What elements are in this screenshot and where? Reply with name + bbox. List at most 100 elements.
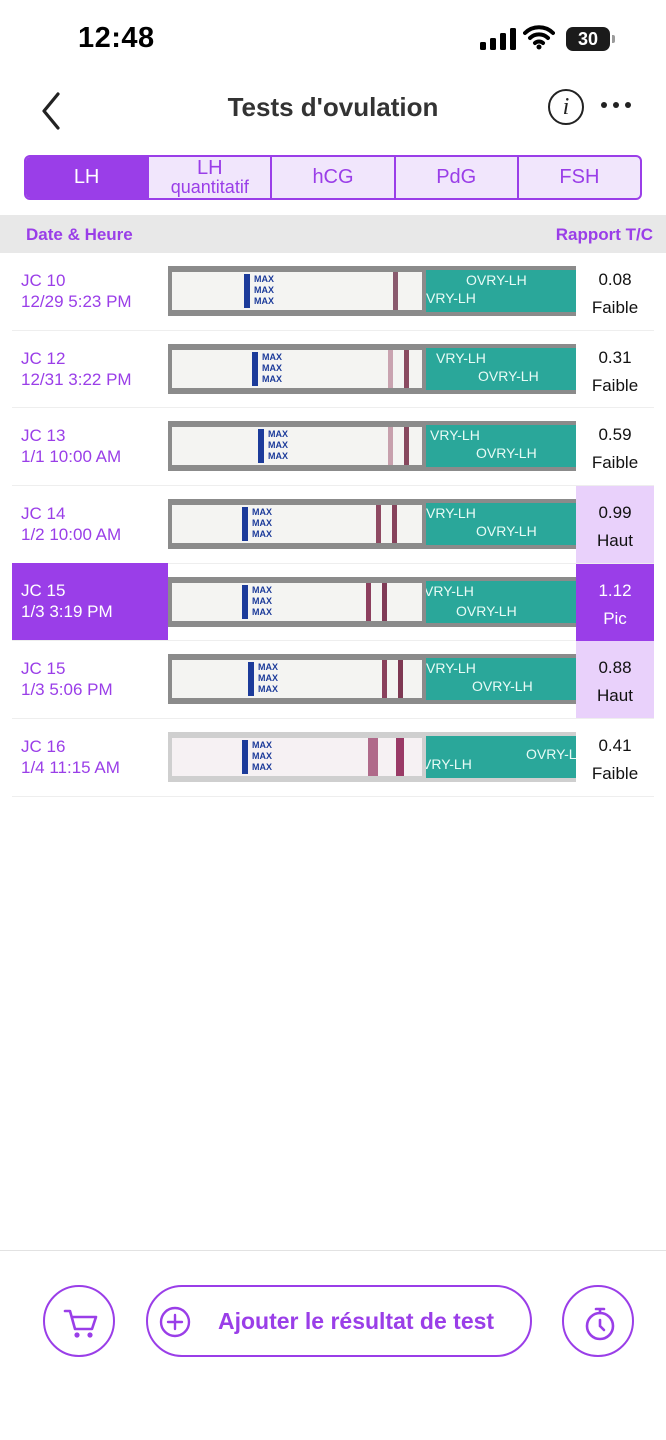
tab-hcg[interactable]: hCG bbox=[270, 157, 393, 198]
test-datetime: 1/2 10:00 AM bbox=[21, 525, 122, 545]
stopwatch-icon bbox=[585, 1307, 615, 1341]
test-line bbox=[404, 349, 409, 388]
add-test-result-label: Ajouter le résultat de test bbox=[218, 1308, 495, 1334]
row-date: JC 15 1/3 3:19 PM bbox=[12, 562, 168, 640]
test-datetime: 1/3 5:06 PM bbox=[21, 680, 113, 700]
ratio-level: Pic bbox=[603, 608, 627, 628]
control-line bbox=[382, 660, 387, 699]
table-row[interactable]: JC 14 1/2 10:00 AM MAX MAX MAX VRY-LH OVRY-… bbox=[12, 486, 654, 564]
info-button[interactable]: i bbox=[548, 89, 584, 125]
test-datetime: 1/4 11:15 AM bbox=[21, 758, 120, 778]
strip-marker bbox=[242, 740, 248, 775]
test-strip-photo: MAXMAXMAX VRY-LHOVRY-LH bbox=[168, 421, 576, 472]
table-header: Date & Heure Rapport T/C bbox=[0, 215, 666, 253]
table-row[interactable]: JC 10 12/29 5:23 PM MAX MAX MAX OVRY-LH VRY… bbox=[12, 253, 654, 331]
test-line bbox=[382, 582, 387, 621]
ratio-cell: 0.41 Faible bbox=[576, 719, 654, 796]
shop-button[interactable] bbox=[43, 1285, 115, 1357]
strip-marker bbox=[244, 274, 250, 308]
ratio-value: 0.31 bbox=[598, 347, 632, 367]
wifi-icon bbox=[523, 24, 555, 55]
ratio-cell: 0.88 Haut bbox=[576, 641, 654, 719]
row-date: JC 15 1/3 5:06 PM bbox=[12, 641, 168, 718]
strip-paper bbox=[172, 349, 422, 388]
cycle-day: JC 12 bbox=[21, 348, 66, 368]
ratio-level: Faible bbox=[591, 298, 639, 317]
strip-max-text: MAX MAX MAX bbox=[252, 507, 272, 540]
ratio-value: 0.99 bbox=[598, 503, 632, 523]
row-date: JC 16 1/4 11:15 AM bbox=[12, 719, 168, 796]
strip-max-text: MAX MAX MAX bbox=[258, 662, 278, 695]
strip-max-text: MAX MAX MAX bbox=[268, 429, 288, 462]
strip-paper bbox=[172, 738, 422, 777]
add-test-result-button[interactable]: Ajouter le résultat de test bbox=[146, 1285, 532, 1357]
ratio-value: 1.12 bbox=[598, 580, 632, 600]
control-line bbox=[366, 582, 371, 621]
test-strip-photo: MAXMAXMAX VRY-LHOVRY-LH bbox=[168, 576, 576, 627]
ratio-level: Faible bbox=[591, 764, 639, 784]
table-row[interactable]: JC 12 12/31 3:22 PM MAX MAX MAX VRY-LH OVRY… bbox=[12, 331, 654, 409]
timer-button[interactable] bbox=[562, 1285, 634, 1357]
cycle-day: JC 10 bbox=[21, 271, 66, 290]
ratio-value: 0.59 bbox=[598, 425, 632, 445]
ratio-cell: 0.99 Haut bbox=[576, 486, 654, 564]
strip-handle: OVRY-LH VRY-LH bbox=[426, 270, 576, 312]
strip-paper bbox=[172, 272, 422, 310]
strip-max-text: MAX MAX MAX bbox=[254, 274, 274, 306]
more-options-button[interactable] bbox=[600, 90, 634, 120]
strip-marker bbox=[258, 429, 264, 464]
tab-sublabel: quantitatif bbox=[170, 176, 249, 197]
strip-marker bbox=[248, 662, 254, 697]
test-type-tabs: LH LH quantitatif hCG PdG FSH bbox=[24, 155, 642, 200]
nav-header: Tests d'ovulation i bbox=[0, 80, 666, 140]
table-row-selected[interactable]: JC 15 1/3 3:19 PM MAX MAX MAX VRY-LH OVRY-L… bbox=[12, 562, 654, 642]
strip-max-text: MAX MAX MAX bbox=[252, 584, 272, 617]
ratio-value: 0.88 bbox=[598, 658, 632, 678]
bottom-action-bar: Ajouter le résultat de test bbox=[0, 1250, 666, 1440]
test-strip-photo: MAXMAXMAX VRY-LHOVRY-LH bbox=[168, 654, 576, 705]
date-column-header: Date & Heure bbox=[26, 225, 133, 244]
tab-lh-quantitatif[interactable]: LH quantitatif bbox=[147, 157, 270, 198]
strip-paper bbox=[172, 427, 422, 466]
ratio-cell: 0.08 Faible bbox=[576, 253, 654, 330]
test-strip-photo: MAX MAX MAX OVRY-LH VRY-LH bbox=[168, 266, 576, 316]
strip-marker bbox=[252, 351, 258, 386]
ratio-value: 0.41 bbox=[598, 736, 632, 756]
tab-pdg[interactable]: PdG bbox=[393, 157, 517, 198]
battery-icon: 30 bbox=[566, 27, 615, 51]
tab-label: LH bbox=[197, 156, 223, 179]
ratio-cell: 0.59 Faible bbox=[576, 408, 654, 485]
table-row[interactable]: JC 13 1/1 10:00 AM MAX MAX MAX VRY-LH OVRY-… bbox=[12, 408, 654, 487]
ratio-column-header: Rapport T/C bbox=[555, 225, 653, 244]
ratio-level: Haut bbox=[597, 531, 633, 551]
test-strip-photo: MAXMAXMAX VRY-LHOVRY-LH bbox=[168, 499, 576, 550]
control-line bbox=[376, 505, 381, 544]
cycle-day: JC 14 bbox=[21, 504, 66, 524]
strip-handle: VRY-LHOVRY-LH bbox=[426, 503, 576, 546]
info-icon: i bbox=[562, 94, 570, 120]
cycle-day: JC 15 bbox=[21, 659, 66, 679]
cellular-signal-icon bbox=[480, 28, 516, 50]
ratio-level: Haut bbox=[597, 686, 633, 706]
test-datetime: 1/3 3:19 PM bbox=[21, 601, 113, 621]
ratio-value: 0.08 bbox=[598, 270, 632, 289]
row-date: JC 12 12/31 3:22 PM bbox=[12, 331, 168, 408]
row-date: JC 10 12/29 5:23 PM bbox=[12, 253, 168, 330]
table-row[interactable]: JC 15 1/3 5:06 PM MAX MAX MAX VRY-LH OVRY-L… bbox=[12, 641, 654, 720]
strip-handle: VRY-LHOVRY-LH bbox=[426, 736, 576, 779]
row-date: JC 13 1/1 10:00 AM bbox=[12, 408, 168, 485]
test-line bbox=[392, 505, 397, 544]
test-line bbox=[404, 427, 409, 466]
tab-label: PdG bbox=[436, 166, 477, 188]
clock: 12:48 bbox=[78, 22, 155, 54]
strip-handle: VRY-LHOVRY-LH bbox=[426, 347, 576, 390]
test-line bbox=[398, 660, 403, 699]
strip-paper bbox=[172, 505, 422, 544]
ratio-level: Faible bbox=[591, 375, 639, 395]
table-row[interactable]: JC 16 1/4 11:15 AM MAX MAX MAX VRY-LH OVRY-… bbox=[12, 719, 654, 797]
tab-fsh[interactable]: FSH bbox=[516, 157, 640, 198]
row-date: JC 14 1/2 10:00 AM bbox=[12, 486, 168, 563]
tab-lh[interactable]: LH bbox=[26, 157, 148, 198]
test-strip-photo: MAXMAXMAX VRY-LHOVRY-LH bbox=[168, 732, 576, 783]
strip-handle: VRY-LHOVRY-LH bbox=[426, 580, 576, 623]
